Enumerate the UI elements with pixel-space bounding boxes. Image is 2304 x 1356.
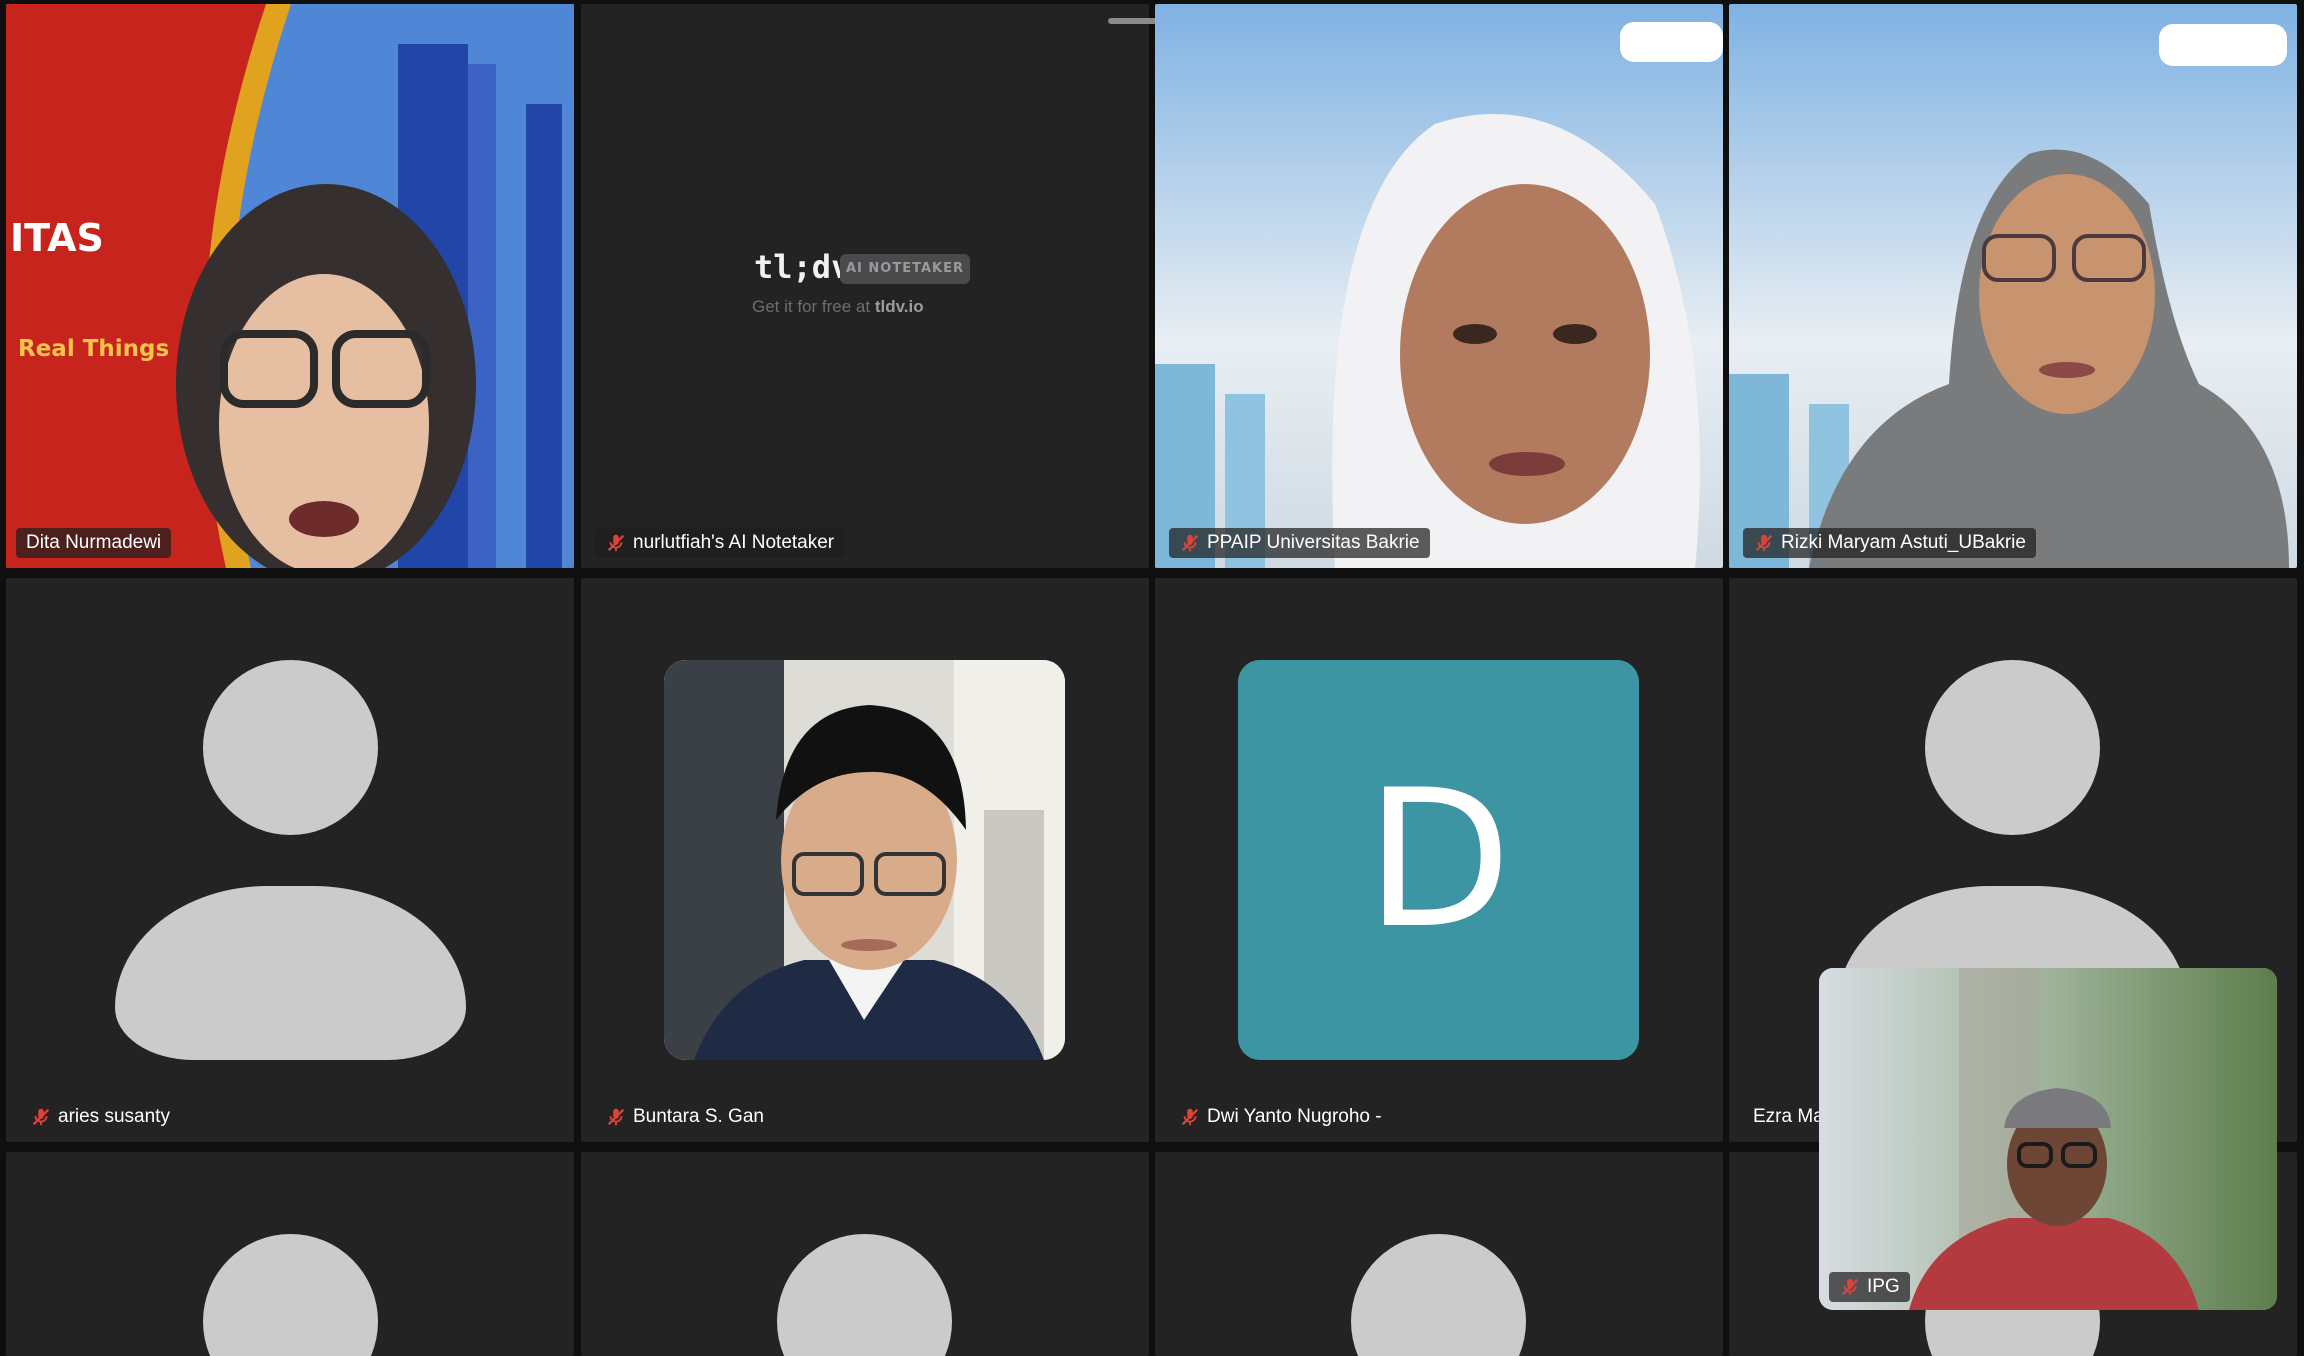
microphone-off-icon [1841,1278,1859,1296]
participant-name-tag: Rizki Maryam Astuti_UBakrie [1743,528,2036,558]
tldv-subtitle: Get it for free at tldv.io [752,297,924,317]
participant-name: PPAIP Universitas Bakrie [1207,532,1420,553]
initial-avatar: D [1238,660,1639,1060]
profile-photo-image [664,660,1065,1060]
avatar-placeholder-head [203,660,378,835]
avatar-placeholder-head [777,1234,952,1356]
participant-tile-buntara-gan[interactable]: Buntara S. Gan [581,578,1149,1142]
avatar-placeholder-body [115,886,466,1060]
microphone-off-icon [32,1108,50,1126]
participant-name: Dita Nurmadewi [26,532,162,553]
participant-video [6,4,574,568]
microphone-off-icon [1181,534,1199,552]
tldv-subtitle-link: tldv.io [874,297,924,316]
participant-tile-ai-notetaker[interactable]: tl;dv AI NOTETAKER Get it for free at tl… [581,4,1149,568]
participant-tile-row3-3[interactable] [1155,1152,1723,1356]
microphone-off-icon [607,534,625,552]
avatar-placeholder-head [203,1234,378,1356]
participant-name-tag: Dwi Yanto Nugroho - [1169,1102,1392,1132]
tldv-logo: tl;dv [754,248,851,286]
microphone-off-icon [607,1108,625,1126]
microphone-off-icon [1181,1108,1199,1126]
participant-name: Dwi Yanto Nugroho - [1207,1106,1382,1127]
participant-name: Ezra Ma [1753,1106,1824,1127]
participant-tile-rizki-maryam[interactable]: Rizki Maryam Astuti_UBakrie [1729,4,2297,568]
participant-name: aries susanty [58,1106,170,1127]
participant-tile-dita-nurmadewi[interactable]: ITAS Real Things Dita Nurmadewi [6,4,574,568]
microphone-off-icon [1755,534,1773,552]
slide-text-line1: ITAS [10,216,104,260]
self-view-tile[interactable]: IPG [1819,968,2277,1310]
participant-name-tag: nurlutfiah's AI Notetaker [595,528,845,558]
participant-tile-row3-2[interactable] [581,1152,1149,1356]
self-view-video [1819,968,2277,1310]
participant-name-tag: Buntara S. Gan [595,1102,774,1132]
participant-video [1155,4,1723,568]
participant-tile-row3-1[interactable] [6,1152,574,1356]
participant-tile-aries-susanty[interactable]: aries susanty [6,578,574,1142]
participant-name: nurlutfiah's AI Notetaker [633,532,835,553]
participant-name-tag: Dita Nurmadewi [16,528,172,558]
profile-photo [664,660,1065,1060]
tldv-subtitle-prefix: Get it for free at [752,297,875,316]
avatar-placeholder-head [1925,660,2100,835]
participant-name-tag: aries susanty [20,1102,180,1132]
self-view-name-tag: IPG [1829,1272,1910,1302]
participant-name-tag: PPAIP Universitas Bakrie [1169,528,1430,558]
participant-tile-dwi-yanto[interactable]: D Dwi Yanto Nugroho - [1155,578,1723,1142]
participant-tile-ppaip[interactable]: PPAIP Universitas Bakrie [1155,4,1723,568]
tldv-badge: AI NOTETAKER [840,254,970,284]
slide-text-line2: Real Things [18,336,170,362]
participant-name: Buntara S. Gan [633,1106,764,1127]
video-grid: ITAS Real Things Dita Nurmadewi tl;dv AI… [0,0,2304,1356]
avatar-placeholder-head [1351,1234,1526,1356]
participant-name: IPG [1867,1276,1900,1297]
participant-video [1729,4,2297,568]
participant-name: Rizki Maryam Astuti_UBakrie [1781,532,2026,553]
